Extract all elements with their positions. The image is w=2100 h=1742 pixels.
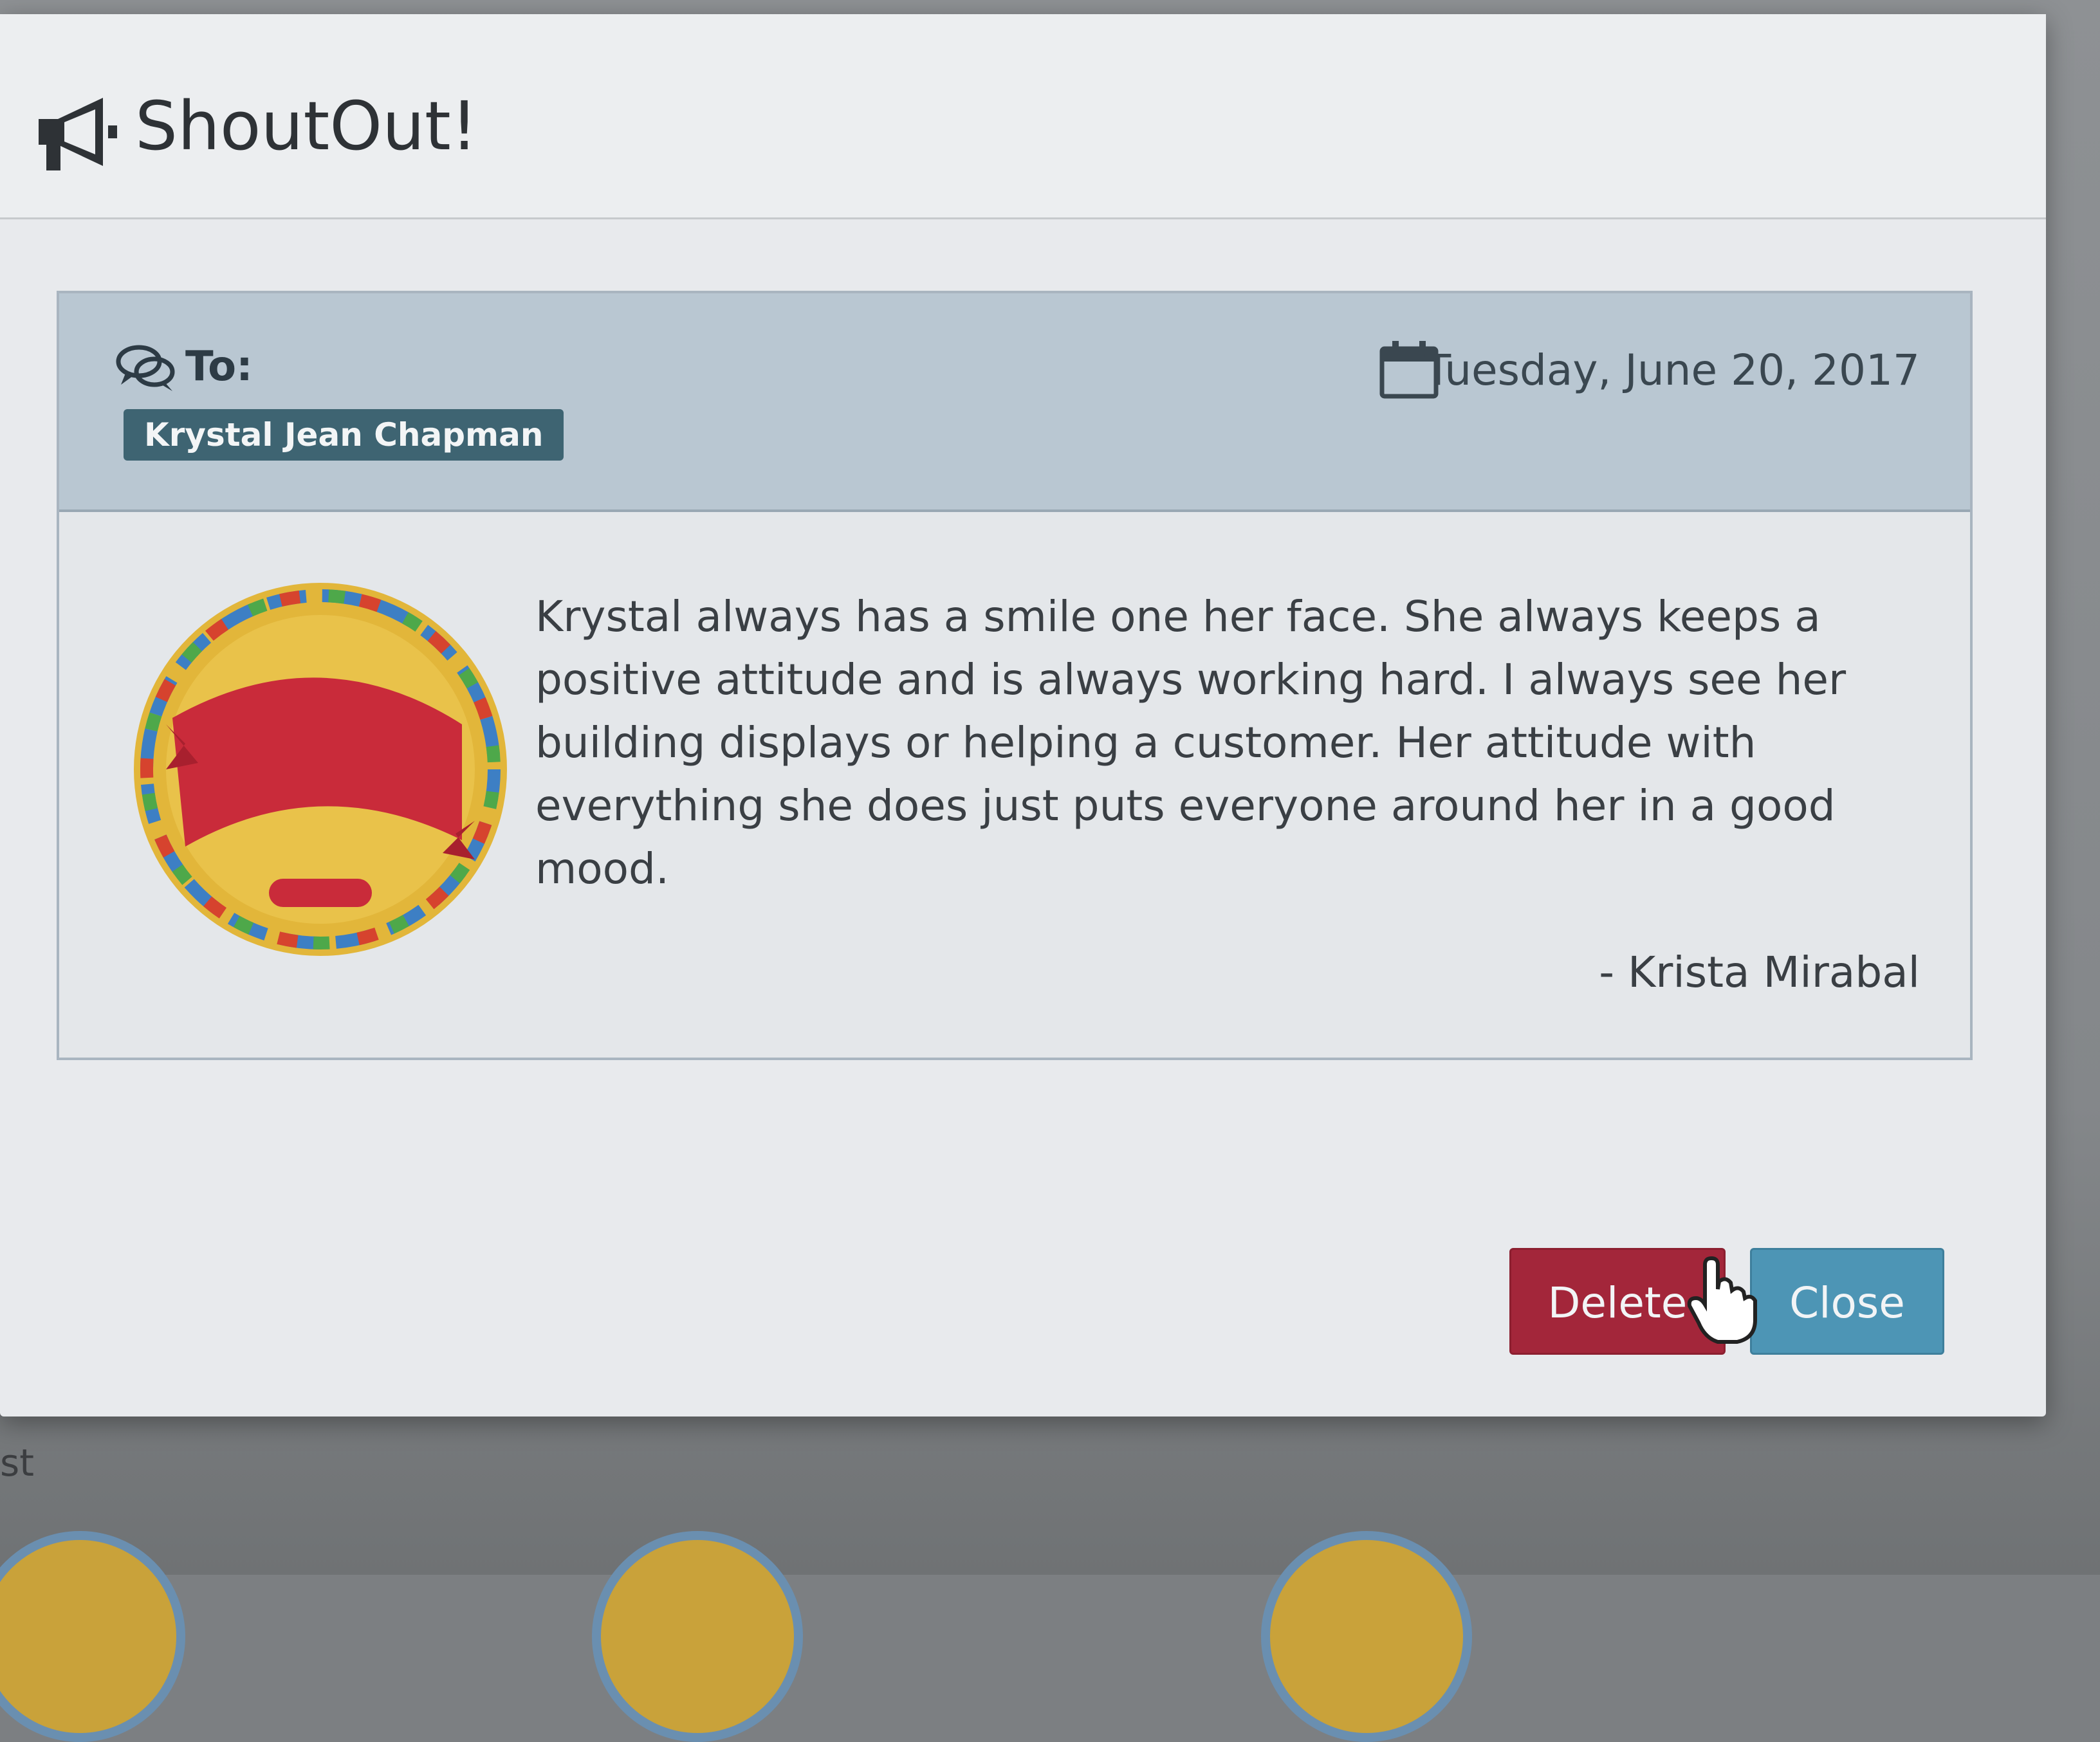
spirit-badge-image (134, 583, 507, 956)
shoutout-modal: ShoutOut! To: Krystal Jean Chapman Tuesd… (0, 14, 2046, 1417)
background-badge (1261, 1531, 1472, 1742)
background-badge (592, 1531, 803, 1742)
hand-pointer-icon (1687, 1256, 1757, 1344)
background-badge (0, 1531, 185, 1742)
shoutout-card-header: To: Krystal Jean Chapman Tuesday, June 2… (59, 293, 1970, 512)
shoutout-card: To: Krystal Jean Chapman Tuesday, June 2… (57, 291, 1973, 1060)
to-label: To: (185, 343, 253, 390)
modal-title: ShoutOut! (135, 87, 478, 165)
recipient-badge: Krystal Jean Chapman (124, 409, 564, 461)
close-button[interactable]: Close (1750, 1248, 1944, 1355)
shoutout-date: Tuesday, June 20, 2017 (1424, 345, 1920, 395)
comments-icon (116, 345, 175, 391)
shoutout-message: Krystal always has a smile one her face.… (535, 592, 1847, 894)
background-text: st (0, 1441, 34, 1485)
shoutout-sender: - Krista Mirabal (1599, 948, 1920, 997)
modal-header: ShoutOut! (0, 14, 2046, 219)
megaphone-icon (39, 98, 117, 170)
